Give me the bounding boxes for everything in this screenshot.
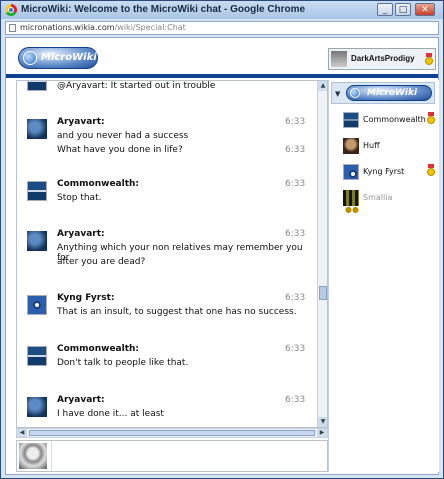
page-icon xyxy=(9,24,16,32)
avatar xyxy=(19,443,47,469)
message-line: I have done it... at least xyxy=(57,409,164,419)
avatar xyxy=(27,181,47,201)
user-list-item[interactable]: Kyng Fyrst xyxy=(343,164,439,184)
avatar xyxy=(343,138,359,154)
avatar xyxy=(27,81,47,91)
globe-icon xyxy=(23,51,37,65)
close-button[interactable]: ✕ xyxy=(415,3,435,16)
message-composer xyxy=(16,440,328,472)
avatar xyxy=(27,231,47,251)
chrome-icon xyxy=(5,4,17,16)
avatar xyxy=(27,295,47,315)
message-author[interactable]: Commonwealth: xyxy=(57,179,139,189)
scroll-up-icon[interactable]: ▲ xyxy=(318,81,327,91)
message-line: @Aryavart: It started out in trouble xyxy=(57,81,216,91)
message-author[interactable]: Aryavart: xyxy=(57,117,105,127)
avatar xyxy=(343,190,359,206)
message-time: 6:33 xyxy=(285,344,306,354)
message-line: and you never had a success xyxy=(57,131,189,141)
user-name: Kyng Fyrst xyxy=(363,167,405,176)
user-list-item[interactable]: Huff xyxy=(343,138,439,158)
message-list[interactable]: @Aryavart: It started out in trouble Ary… xyxy=(16,80,328,428)
url-text: micronations.wikia.com/wiki/Special:Chat xyxy=(20,23,186,32)
message-input[interactable] xyxy=(51,441,328,471)
address-bar[interactable]: micronations.wikia.com/wiki/Special:Chat xyxy=(5,21,439,35)
window-title: MicroWiki: Welcome to the MicroWiki chat… xyxy=(21,4,306,15)
avatar xyxy=(343,164,359,180)
avatar xyxy=(27,397,47,417)
user-list: ▼ MicroWiki Commonwealth Huff Kyng Fyrst… xyxy=(328,80,439,472)
maximize-button[interactable]: □ xyxy=(395,3,411,16)
scroll-thumb[interactable] xyxy=(29,430,315,436)
user-name: Huff xyxy=(363,141,380,150)
title-bar[interactable]: MicroWiki: Welcome to the MicroWiki chat… xyxy=(1,1,443,19)
current-user-name: DarkArtsProdigy xyxy=(351,54,415,63)
admin-badge-icon xyxy=(427,112,435,124)
user-name: Commonwealth xyxy=(363,115,426,124)
admin-badge-icon xyxy=(427,164,435,176)
message-time: 6:33 xyxy=(285,229,306,239)
browser-window: MicroWiki: Welcome to the MicroWiki chat… xyxy=(0,0,444,479)
minimize-button[interactable]: _ xyxy=(377,3,393,16)
avatar xyxy=(27,119,47,139)
avatar xyxy=(343,112,359,128)
message-line: after you are dead? xyxy=(57,257,146,267)
message-line: That is an insult, to suggest that one h… xyxy=(57,307,297,317)
user-list-item[interactable]: Commonwealth xyxy=(343,112,439,132)
chat-header: MicroWiki DarkArtsProdigy xyxy=(6,38,438,78)
message-time: 6:33 xyxy=(285,293,306,303)
message-line: Stop that. xyxy=(57,193,102,203)
caret-down-icon: ▼ xyxy=(335,90,341,98)
message-author[interactable]: Commonwealth: xyxy=(57,344,139,354)
chat-page: MicroWiki DarkArtsProdigy @Aryavart: It … xyxy=(5,37,439,475)
url-path: /wiki/Special:Chat xyxy=(114,23,186,32)
users-icon: ●● xyxy=(345,205,359,214)
scroll-down-icon[interactable]: ▼ xyxy=(318,417,327,427)
horizontal-scrollbar[interactable]: ◀ ▶ xyxy=(16,428,328,438)
microwiki-logo[interactable]: MicroWiki xyxy=(18,47,98,69)
message-time: 6:33 xyxy=(285,117,306,127)
user-list-item[interactable]: Smallia ●● xyxy=(343,190,439,214)
avatar xyxy=(331,51,347,67)
message-author[interactable]: Aryavart: xyxy=(57,229,105,239)
message-time: 6:33 xyxy=(285,179,306,189)
scroll-left-icon[interactable]: ◀ xyxy=(17,429,27,437)
scroll-right-icon[interactable]: ▶ xyxy=(317,429,327,437)
logo-text: MicroWiki xyxy=(41,52,97,63)
current-user-box[interactable]: DarkArtsProdigy xyxy=(328,48,436,70)
message-time: 6:33 xyxy=(285,145,306,155)
avatar xyxy=(27,346,47,366)
message-author[interactable]: Kyng Fyrst: xyxy=(57,293,114,303)
url-host: micronations.wikia.com xyxy=(20,23,115,32)
message-line: Don't talk to people like that. xyxy=(57,358,189,368)
room-label: MicroWiki xyxy=(346,85,432,101)
admin-badge-icon xyxy=(425,53,433,65)
vertical-scrollbar[interactable]: ▲ ▼ xyxy=(317,81,327,427)
scroll-thumb[interactable] xyxy=(319,286,327,300)
room-selector[interactable]: ▼ MicroWiki xyxy=(331,82,435,104)
message-line: What have you done in life? xyxy=(57,145,183,155)
user-name: Smallia xyxy=(363,193,393,202)
message-author[interactable]: Aryavart: xyxy=(57,395,105,405)
message-time: 6:33 xyxy=(285,395,306,405)
